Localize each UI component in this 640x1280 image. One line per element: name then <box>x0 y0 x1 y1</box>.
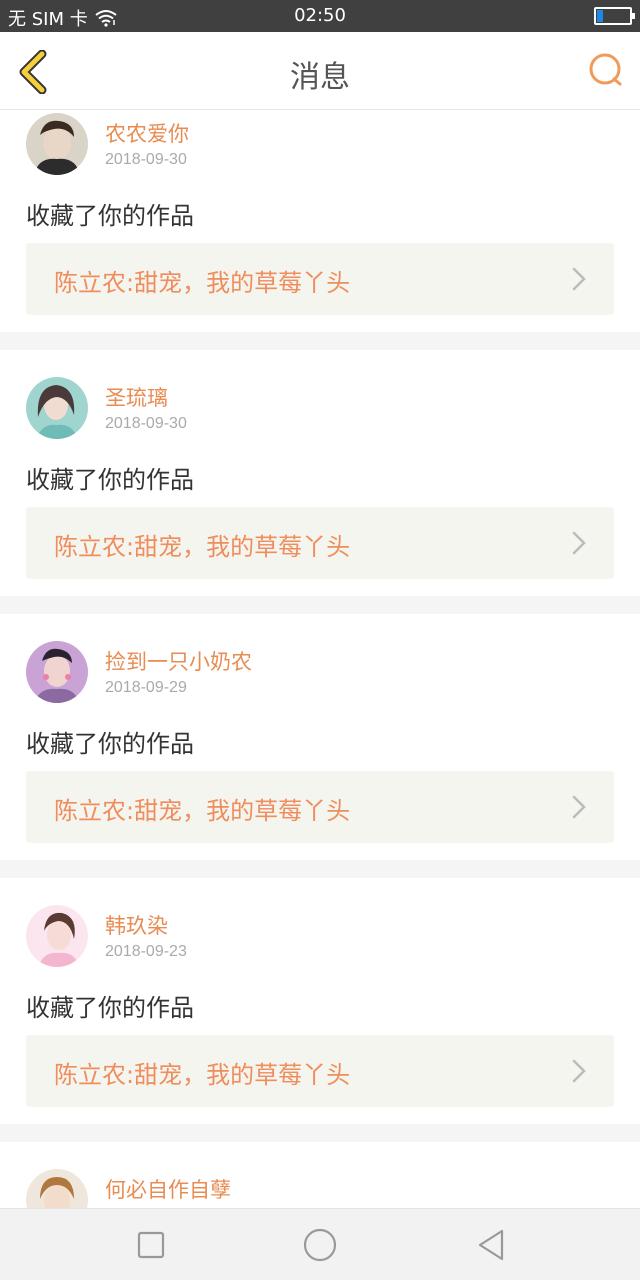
page-title: 消息 <box>290 60 350 95</box>
work-link[interactable]: 陈立农:甜宠，我的草莓丫头 <box>26 507 614 579</box>
avatar[interactable] <box>26 113 88 175</box>
username[interactable]: 韩玖染 <box>105 910 168 940</box>
message-text: 收藏了你的作品 <box>26 994 194 1022</box>
divider <box>0 332 640 350</box>
message-text: 收藏了你的作品 <box>26 466 194 494</box>
message-card: 捡到一只小奶农 2018-09-29 收藏了你的作品 陈立农:甜宠，我的草莓丫头 <box>0 614 640 860</box>
work-title: 陈立农:甜宠，我的草莓丫头 <box>54 797 351 825</box>
avatar[interactable] <box>26 377 88 439</box>
work-title: 陈立农:甜宠，我的草莓丫头 <box>54 269 351 297</box>
battery-icon <box>594 7 635 25</box>
chevron-right-icon <box>572 267 586 291</box>
message-date: 2018-09-30 <box>105 415 187 432</box>
divider <box>0 1124 640 1142</box>
divider <box>0 596 640 614</box>
message-text: 收藏了你的作品 <box>26 730 194 758</box>
system-nav-bar <box>0 1208 640 1280</box>
message-text: 收藏了你的作品 <box>26 202 194 230</box>
message-list[interactable]: 农农爱你 2018-09-30 收藏了你的作品 陈立农:甜宠，我的草莓丫头 圣琉… <box>0 110 640 1208</box>
message-card: 农农爱你 2018-09-30 收藏了你的作品 陈立农:甜宠，我的草莓丫头 <box>0 110 640 332</box>
message-card: 圣琉璃 2018-09-30 收藏了你的作品 陈立农:甜宠，我的草莓丫头 <box>0 350 640 596</box>
message-card: 何必自作自孽 <box>0 1142 640 1208</box>
username[interactable]: 圣琉璃 <box>105 382 168 412</box>
chevron-right-icon <box>572 1059 586 1083</box>
message-date: 2018-09-29 <box>105 679 187 696</box>
status-time: 02:50 <box>294 5 346 26</box>
work-title: 陈立农:甜宠，我的草莓丫头 <box>54 1061 351 1089</box>
work-link[interactable]: 陈立农:甜宠，我的草莓丫头 <box>26 243 614 315</box>
avatar[interactable] <box>26 905 88 967</box>
work-link[interactable]: 陈立农:甜宠，我的草莓丫头 <box>26 1035 614 1107</box>
triangle-back-icon[interactable] <box>474 1227 510 1263</box>
circle-icon[interactable] <box>302 1227 338 1263</box>
chevron-right-icon <box>572 531 586 555</box>
work-title: 陈立农:甜宠，我的草莓丫头 <box>54 533 351 561</box>
chevron-right-icon <box>572 795 586 819</box>
username[interactable]: 何必自作自孽 <box>105 1174 231 1204</box>
search-icon[interactable] <box>586 50 626 90</box>
top-bar: 消息 <box>0 32 640 110</box>
message-date: 2018-09-23 <box>105 943 187 960</box>
status-bar: 无 SIM 卡 02:50 <box>0 0 640 32</box>
message-card: 韩玖染 2018-09-23 收藏了你的作品 陈立农:甜宠，我的草莓丫头 <box>0 878 640 1124</box>
username[interactable]: 农农爱你 <box>105 118 189 148</box>
message-date: 2018-09-30 <box>105 151 187 168</box>
avatar[interactable] <box>26 1169 88 1208</box>
square-icon[interactable] <box>133 1227 169 1263</box>
avatar[interactable] <box>26 641 88 703</box>
work-link[interactable]: 陈立农:甜宠，我的草莓丫头 <box>26 771 614 843</box>
divider <box>0 860 640 878</box>
username[interactable]: 捡到一只小奶农 <box>105 646 252 676</box>
